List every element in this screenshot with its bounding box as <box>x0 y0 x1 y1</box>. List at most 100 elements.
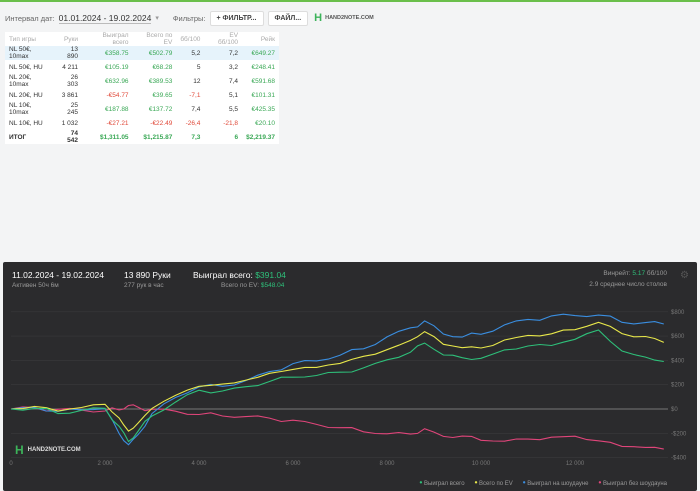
table-cell: 6 <box>234 133 239 141</box>
y-tick-label: -$400 <box>671 456 687 462</box>
table-cell: -7,1 <box>189 91 201 99</box>
interval-label: Интервал дат: <box>5 13 55 23</box>
table-cell: $1,215.87 <box>143 133 173 141</box>
table-cell: 7,4 <box>229 77 239 85</box>
table-cell: 4 211 <box>62 63 78 71</box>
table-cell: 26 303 <box>67 74 78 88</box>
legend-item[interactable]: • Выиграл на шоудауне <box>523 478 589 487</box>
column-header[interactable]: Тип игры <box>5 32 55 46</box>
table-cell: $2,219.37 <box>246 133 275 141</box>
legend-label: Всего по EV <box>479 481 513 487</box>
table-row[interactable]: NL 20€, 10max 26 303 €632.96 €389.53 12 7,4 €5… <box>5 74 279 88</box>
table-cell: NL 50€, 10max <box>5 46 55 60</box>
chart-logo: H HAND2NOTE.COM <box>15 443 81 457</box>
table-cell: 74 542 <box>67 130 78 144</box>
y-tick-label: $0 <box>671 407 678 413</box>
table-cell: 7,4 <box>191 105 201 113</box>
profit-chart: $800 $600 $400 $200 $0 -$200 -$400 0 2 000 4 000 6… <box>9 310 687 467</box>
legend-item[interactable]: • Выиграл всего <box>420 478 465 487</box>
table-row[interactable]: NL 20€, HU 3 861 -€54.77 €39.65 -7,1 5,1 €101.… <box>5 88 279 102</box>
table-cell: 25 245 <box>67 102 78 116</box>
table-row[interactable]: NL 10€, HU 1 032 -€27.21 -€22.49 -26,4 -21,8 €… <box>5 116 279 130</box>
table-row[interactable]: NL 50€, HU 4 211 €105.19 €68.28 5 3,2 €248.41 <box>5 60 279 74</box>
legend-label: Выиграл всего <box>424 481 465 487</box>
table-cell: 5,5 <box>229 105 239 113</box>
logo-text: HAND2NOTE.COM <box>325 15 374 21</box>
file-button[interactable]: ФАЙЛ... <box>267 10 309 26</box>
legend-label: Выиграл без шоудауна <box>603 481 667 487</box>
legend-dot-icon: • <box>522 478 526 487</box>
table-cell: €137.72 <box>148 105 173 113</box>
table-cell: €187.88 <box>105 105 129 113</box>
column-header[interactable]: EV бб/100 <box>204 32 242 46</box>
table-cell: $1,311.05 <box>99 133 129 141</box>
table-cell: -21,8 <box>223 119 239 127</box>
table-cell: €358.75 <box>82 46 133 60</box>
y-tick-label: $200 <box>671 383 685 389</box>
table-cell: 7,3 <box>191 133 201 141</box>
table-cell: NL 10€, 10max <box>9 102 32 116</box>
table-cell: 7,2 <box>204 46 243 60</box>
x-tick-label: 2 000 <box>97 461 113 467</box>
add-filter-button[interactable]: + ФИЛЬТР... <box>209 10 264 26</box>
table-cell: €101.31 <box>251 91 276 99</box>
table-row[interactable]: NL 50€, 10max 13 890 €358.75 €502.79 5,2 7,2 €… <box>5 46 279 60</box>
x-tick-label: 12 000 <box>566 461 585 467</box>
table-cell: 13 890 <box>54 46 82 60</box>
logo-icon: H <box>15 443 24 457</box>
filters-label: Фильтры: <box>172 13 206 23</box>
table-cell: 5,2 <box>176 46 205 60</box>
legend-item[interactable]: • Выиграл без шоудауна <box>599 478 667 487</box>
table-cell: NL 50€, HU <box>9 63 43 71</box>
legend-dot-icon: • <box>474 478 478 487</box>
graph-panel: 11.02.2024 - 19.02.2024 Активен 50ч 6м 1… <box>3 262 697 491</box>
table-cell: €632.96 <box>105 77 129 85</box>
y-tick-label: $800 <box>671 310 685 316</box>
table-cell: €68.28 <box>152 63 173 71</box>
x-tick-label: 8 000 <box>379 461 395 467</box>
table-cell: €248.41 <box>251 63 276 71</box>
column-header[interactable]: Всего по EV <box>133 32 177 46</box>
table-cell: €389.53 <box>148 77 173 85</box>
table-cell: €20.10 <box>255 119 275 127</box>
table-cell: 3,2 <box>229 63 239 71</box>
table-cell: ИТОГ <box>9 133 27 141</box>
y-tick-label: $400 <box>671 358 685 364</box>
table-cell: 5,1 <box>229 91 239 99</box>
column-header[interactable]: Руки <box>55 32 82 46</box>
x-tick-label: 4 000 <box>191 461 207 467</box>
legend-dot-icon: • <box>598 478 602 487</box>
column-header[interactable]: Выиграл всего <box>82 32 133 46</box>
column-header[interactable]: бб/100 <box>176 32 204 46</box>
chevron-down-icon[interactable]: ▾ <box>155 14 159 22</box>
legend-label: Выиграл на шоудауне <box>527 481 589 487</box>
y-tick-label: $600 <box>671 334 685 340</box>
x-tick-label: 6 000 <box>285 461 301 467</box>
table-cell: €105.19 <box>105 63 129 71</box>
table-cell: -26,4 <box>185 119 201 127</box>
x-tick-label: 10 000 <box>472 461 491 467</box>
table-cell: €39.65 <box>152 91 173 99</box>
legend-dot-icon: • <box>419 478 423 487</box>
table-cell: €425.35 <box>251 105 276 113</box>
column-header[interactable]: Рейк <box>242 32 279 46</box>
table-cell: -€27.21 <box>106 119 129 127</box>
table-cell: -€22.49 <box>150 119 173 127</box>
y-tick-label: -$200 <box>671 431 687 437</box>
table-cell: -€54.77 <box>106 91 129 99</box>
table-cell: 1 032 <box>61 119 78 127</box>
table-cell: 5 <box>196 63 201 71</box>
toolbar: Интервал дат: 01.01.2024 - 19.02.2024 ▾ … <box>5 8 374 28</box>
legend-item[interactable]: • Всего по EV <box>475 478 513 487</box>
date-range-select[interactable]: 01.01.2024 - 19.02.2024 <box>58 13 152 24</box>
series-line <box>10 329 664 443</box>
series-line <box>10 404 664 450</box>
stats-table: Тип игры Руки Выиграл всего Всего по EV бб/1… <box>5 32 279 144</box>
logo-text: HAND2NOTE.COM <box>27 447 81 453</box>
logo: H HAND2NOTE.COM <box>314 12 374 24</box>
x-tick-label: 0 <box>9 461 13 467</box>
table-row[interactable]: NL 10€, 10max 25 245 €187.88 €137.72 7,4 5,5 €… <box>5 102 279 116</box>
total-row[interactable]: ИТОГ 74 542 $1,311.05 $1,215.87 7,3 6 $2,219.3… <box>5 130 279 144</box>
table-cell: €502.79 <box>132 46 177 60</box>
table-cell: 12 <box>193 77 201 85</box>
